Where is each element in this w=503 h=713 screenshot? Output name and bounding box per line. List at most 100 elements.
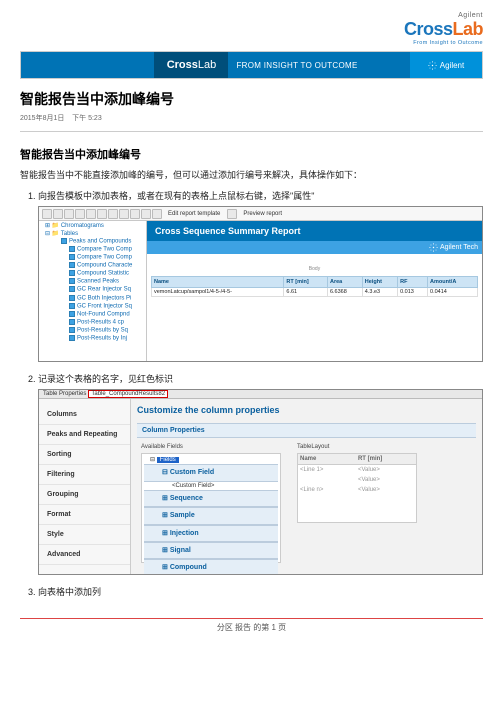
tree-node[interactable]: ⊞ Compound [144,559,278,575]
spark-icon [429,243,438,252]
banner-crosslab: CrossLab [154,52,228,78]
screenshot-2: Table Properties Table_CompoundResults82… [38,389,483,575]
avail-label: Available Fields [141,444,281,450]
cell: vemonLatcup/sampol1/4-5-/4-5- [152,288,284,297]
layout-table[interactable]: Name RT [min] <Line 1><Value> <Value> [297,453,417,523]
ss2-tabbar: Table Properties Table_CompoundResults82 [39,390,482,399]
sidebar-item-filtering[interactable]: Filtering [39,465,130,485]
tree-node[interactable]: Compare Two Comp [41,246,144,254]
dateline: 2015年8月1日 下午 5:23 [20,113,483,132]
table-row: vemonLatcup/sampol1/4-5-/4-5- 6.61 6.636… [152,288,478,297]
sidebar-item-grouping[interactable]: Grouping [39,485,130,505]
toolbar-icon[interactable] [64,209,74,219]
tree-node[interactable]: GC Both Injectors Pi [41,295,144,303]
banner-spacer-left [21,52,154,78]
step-3-text: 向表格中添加列 [38,587,101,597]
layout-col-header: RT [min] [356,454,416,465]
tree-node[interactable]: Compound Statistic [41,270,144,278]
sidebar-item-peaks[interactable]: Peaks and Repeating [39,425,130,445]
time-period: 下午 [72,115,86,122]
banner-brand: Agilent [410,52,482,78]
sidebar-item-format[interactable]: Format [39,505,130,525]
tree-node[interactable]: Post-Results by Sq [41,327,144,335]
tab-label[interactable]: Table Properties [43,391,86,397]
crosslab-logo: Agilent CrossLab From Insight to Outcome [404,12,483,46]
toolbar-icon[interactable] [108,209,118,219]
tree-node[interactable]: ⊟ Fields [144,456,278,464]
intro-paragraph: 智能报告当中不能直接添加峰的编号，但可以通过添加行编号来解决，具体操作如下： [20,168,483,181]
tree-node[interactable]: ⊟ 📁 Tables [41,231,144,239]
tree-node[interactable]: <Custom Field> [144,482,278,490]
toolbar-icon[interactable] [227,209,237,219]
section-heading: 智能报告当中添加峰编号 [20,146,483,162]
doc-date: 2015年8月1日 [20,115,64,122]
layout-label: TableLayout [297,444,417,450]
step-3: 向表格中添加列 [38,585,483,598]
toolbar-icon[interactable] [141,209,151,219]
header-logo-area: Agilent CrossLab From Insight to Outcome [20,12,483,47]
tree-node[interactable]: GC Front Injector Sq [41,303,144,311]
tree-node[interactable]: ⊞ 📁 Chromatograms [41,223,144,231]
tree-node[interactable]: Peaks and Compounds [41,238,144,246]
tree-node[interactable]: Not-Found Compnd [41,311,144,319]
sidebar-item-advanced[interactable]: Advanced [39,545,130,565]
sidebar-item-columns[interactable]: Columns [39,405,130,425]
cell: 0.0414 [428,288,478,297]
toolbar-icon[interactable] [130,209,140,219]
tree-node[interactable]: Compare Two Comp [41,254,144,262]
screenshot-1: Edit report template Preview report ⊞ 📁 … [38,206,483,362]
col-header: RT [min] [284,277,328,288]
ss1-preview-label: Preview report [243,211,282,217]
step-1-text: 向报告模板中添加表格，或者在现有的表格上点鼠标右键，选择"属性" [38,191,314,201]
tree-node[interactable]: ⊞ Sample [144,507,278,524]
tree-node[interactable]: ⊞ Signal [144,542,278,559]
sidebar-item-style[interactable]: Style [39,525,130,545]
ss1-tree[interactable]: ⊞ 📁 Chromatograms ⊟ 📁 Tables Peaks and C… [39,221,147,361]
tree-node[interactable]: Post-Results by Inj [41,335,144,343]
banner-lab: Lab [198,59,216,71]
cell: 4.3.e3 [362,288,397,297]
toolbar-icon[interactable] [97,209,107,219]
spark-icon [428,61,437,70]
tree-node[interactable]: ⊟ Custom Field [144,464,278,481]
col-header: Height [362,277,397,288]
tree-node[interactable]: Post-Results 4 cp [41,319,144,327]
col-header: RF [398,277,428,288]
cell: 6.6368 [327,288,362,297]
sidebar-item-sorting[interactable]: Sorting [39,445,130,465]
banner-cross: Cross [167,59,198,71]
col-header: Amount/A [428,277,478,288]
toolbar-icon[interactable] [119,209,129,219]
tree-node[interactable]: Compound Characte [41,262,144,270]
toolbar-icon[interactable] [53,209,63,219]
logo-lab: Lab [452,19,483,39]
layout-col-header: Name [298,454,356,465]
ss1-toolbar: Edit report template Preview report [39,207,482,221]
tree-node[interactable]: ⊞ Sequence [144,490,278,507]
toolbar-icon[interactable] [75,209,85,219]
toolbar-icon[interactable] [42,209,52,219]
tree-node[interactable]: Scanned Peaks [41,278,144,286]
banner: CrossLab FROM INSIGHT TO OUTCOME Agilent [20,51,483,79]
tree-node[interactable]: GC Rear Injector Sq [41,286,144,294]
steps-list: 向报告模板中添加表格，或者在现有的表格上点鼠标右键，选择"属性" Edit re… [20,189,483,598]
layout-row: <Value> [298,475,416,485]
step-2-text: 记录这个表格的名字，见红色标识 [38,374,173,384]
ss2-sub-heading: Column Properties [137,423,476,438]
avail-fields-tree[interactable]: ⊟ Fields ⊟ Custom Field <Custom Field> ⊞… [141,453,281,563]
logo-tagline: From Insight to Outcome [404,40,483,46]
ss2-main-heading: Customize the column properties [137,405,476,415]
cell: 6.61 [284,288,328,297]
logo-agilent-text: Agilent [404,12,483,19]
step-2: 记录这个表格的名字，见红色标识 Table Properties Table_C… [38,372,483,575]
toolbar-icon[interactable] [152,209,162,219]
ss2-sidebar: Columns Peaks and Repeating Sorting Filt… [39,399,131,575]
table-header-row: Name RT [min] Area Height RF Amount/A [152,277,478,288]
col-header: Name [152,277,284,288]
banner-brand-label: Agilent [440,61,464,70]
ss1-canvas: Cross Sequence Summary Report Agilent Te… [147,221,482,361]
banner-slogan: FROM INSIGHT TO OUTCOME [228,52,410,78]
page-footer: 分区 报告 的第 1 页 [20,618,483,633]
toolbar-icon[interactable] [86,209,96,219]
tree-node[interactable]: ⊞ Injection [144,525,278,542]
